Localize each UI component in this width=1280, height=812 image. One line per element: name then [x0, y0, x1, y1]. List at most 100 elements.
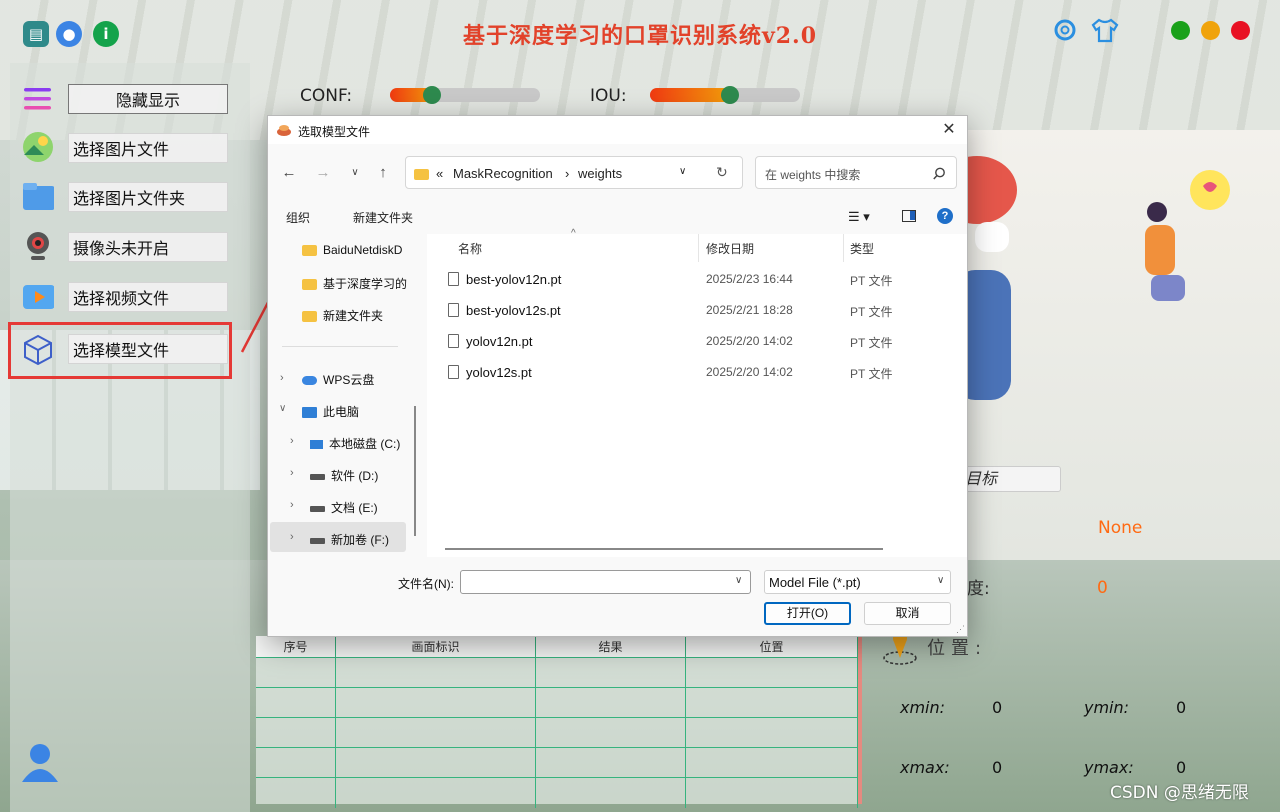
tree-item-new-folder[interactable]: 新建文件夹: [302, 307, 414, 324]
sidebar-item-camera[interactable]: 摄像头未开启: [68, 232, 228, 262]
tree-item-this-pc[interactable]: 此电脑: [302, 403, 359, 420]
back-arrow-icon[interactable]: ←: [278, 162, 300, 184]
chevron-right-icon[interactable]: ›: [290, 467, 294, 479]
chevron-right-icon[interactable]: ›: [290, 531, 294, 543]
help-icon[interactable]: ?: [937, 208, 953, 224]
preview-pane-icon[interactable]: [902, 210, 916, 222]
hamburger-menu-icon[interactable]: [24, 87, 52, 111]
tree-item-drive-c[interactable]: 本地磁盘 (C:): [310, 435, 400, 452]
tree-scrollbar[interactable]: [414, 406, 416, 536]
header-result[interactable]: 结果: [536, 636, 686, 657]
iou-slider[interactable]: [650, 86, 800, 104]
file-row[interactable]: yolov12n.pt 2025/2/20 14:02 PT 文件: [443, 328, 943, 356]
video-file-icon: [22, 281, 54, 313]
ymin-label: ymin:: [1084, 698, 1130, 717]
iou-slider-knob[interactable]: [721, 86, 739, 104]
breadcrumb-maskrecognition[interactable]: MaskRecognition: [453, 166, 553, 181]
filetype-dropdown-icon[interactable]: ∨: [937, 575, 944, 586]
file-row[interactable]: best-yolov12n.pt 2025/2/23 16:44 PT 文件: [443, 266, 943, 294]
shirt-icon[interactable]: [1090, 15, 1120, 45]
file-row[interactable]: yolov12s.pt 2025/2/20 14:02 PT 文件: [443, 359, 943, 387]
chevron-right-icon[interactable]: ›: [280, 372, 284, 384]
search-box[interactable]: 在 weights 中搜索: [755, 156, 957, 189]
view-options-icon[interactable]: ☰ ▾: [848, 209, 870, 225]
image-file-icon: [22, 131, 54, 163]
class-value: None: [1098, 518, 1143, 538]
column-name[interactable]: 名称: [458, 240, 482, 257]
table-row[interactable]: [256, 688, 858, 718]
address-bar[interactable]: « MaskRecognition › weights ∨ ↻: [405, 156, 743, 189]
conf-slider[interactable]: [390, 86, 540, 104]
confidence-value: 0: [1097, 578, 1108, 598]
header-frame-id[interactable]: 画面标识: [336, 636, 536, 657]
file-row[interactable]: best-yolov12s.pt 2025/2/21 18:28 PT 文件: [443, 297, 943, 325]
tree-item-baidunetdisk[interactable]: BaiduNetdiskD: [302, 243, 414, 257]
breadcrumb-weights[interactable]: weights: [578, 166, 622, 181]
file-date: 2025/2/21 18:28: [706, 303, 793, 317]
header-index[interactable]: 序号: [256, 636, 336, 657]
file-name: yolov12s.pt: [466, 365, 532, 380]
settings-gear-icon[interactable]: [1050, 15, 1080, 45]
sidebar: [10, 63, 250, 812]
chevron-down-icon[interactable]: ∨: [279, 403, 286, 414]
file-dialog[interactable]: 选取模型文件 ✕ ← → ∨ ↑ « MaskRecognition › wei…: [267, 115, 968, 637]
open-button[interactable]: 打开(O): [764, 602, 851, 625]
user-avatar-icon[interactable]: [20, 742, 60, 784]
file-type: PT 文件: [850, 367, 893, 381]
filename-input[interactable]: [460, 570, 751, 594]
forward-arrow-icon[interactable]: →: [312, 162, 334, 184]
file-list-scrollbar[interactable]: [445, 548, 883, 550]
info-icon[interactable]: i: [93, 21, 119, 47]
sidebar-item-select-image-folder[interactable]: 选择图片文件夹: [68, 182, 228, 212]
dialog-close-icon[interactable]: ✕: [939, 120, 959, 140]
chevron-right-icon[interactable]: ›: [290, 499, 294, 511]
maximize-button[interactable]: [1171, 21, 1190, 40]
sort-up-icon: ^: [571, 228, 576, 239]
organize-button[interactable]: 组织: [286, 209, 310, 226]
ymax-value: 0: [1176, 758, 1187, 777]
results-table[interactable]: 序号 画面标识 结果 位置: [256, 636, 862, 808]
highlight-box: [8, 322, 232, 379]
xmax-value: 0: [992, 758, 1003, 777]
up-arrow-icon[interactable]: ↑: [372, 162, 394, 184]
sidebar-item-select-video[interactable]: 选择视频文件: [68, 282, 228, 312]
recent-dropdown-icon[interactable]: ∨: [344, 162, 366, 184]
tree-item-deeplearning[interactable]: 基于深度学习的: [302, 275, 414, 292]
cancel-button[interactable]: 取消: [864, 602, 951, 625]
filetype-select[interactable]: Model File (*.pt): [764, 570, 951, 594]
header-position[interactable]: 位置: [686, 636, 858, 657]
search-input[interactable]: 在 weights 中搜索: [765, 166, 860, 183]
chevron-right-icon[interactable]: ›: [290, 435, 294, 447]
column-separator: [698, 234, 699, 262]
folder-icon: [414, 166, 429, 181]
ymax-label: ymax:: [1084, 758, 1134, 777]
sidebar-item-select-image[interactable]: 选择图片文件: [68, 133, 228, 163]
minimize-button[interactable]: [1201, 21, 1220, 40]
table-row[interactable]: [256, 778, 858, 808]
target-select[interactable]: 目标: [960, 466, 1061, 492]
column-date[interactable]: 修改日期: [706, 240, 754, 257]
dialog-titlebar[interactable]: 选取模型文件 ✕: [268, 116, 967, 144]
file-type: PT 文件: [850, 336, 893, 350]
filename-dropdown-icon[interactable]: ∨: [735, 575, 742, 586]
file-icon: [448, 365, 466, 380]
dialog-title: 选取模型文件: [298, 125, 371, 139]
user-icon[interactable]: ●: [56, 21, 82, 47]
resize-grip-icon[interactable]: ⋰: [956, 624, 965, 635]
refresh-icon[interactable]: ↻: [716, 164, 728, 181]
tree-item-wps-cloud[interactable]: WPS云盘: [302, 371, 374, 388]
new-folder-button[interactable]: 新建文件夹: [353, 209, 413, 226]
table-row[interactable]: [256, 748, 858, 778]
conf-slider-knob[interactable]: [423, 86, 441, 104]
tree-item-drive-e[interactable]: 文档 (E:): [310, 499, 378, 516]
column-type[interactable]: 类型: [850, 240, 874, 257]
tree-item-drive-f[interactable]: 新加卷 (F:): [310, 531, 389, 548]
tree-item-drive-d[interactable]: 软件 (D:): [310, 467, 378, 484]
address-dropdown-icon[interactable]: ∨: [679, 166, 686, 177]
toggle-display-button[interactable]: 隐藏显示: [68, 84, 228, 114]
table-row[interactable]: [256, 718, 858, 748]
save-icon[interactable]: ▤: [23, 21, 49, 47]
table-row[interactable]: [256, 658, 858, 688]
close-button[interactable]: [1231, 21, 1250, 40]
breadcrumb-overflow[interactable]: «: [436, 166, 443, 181]
